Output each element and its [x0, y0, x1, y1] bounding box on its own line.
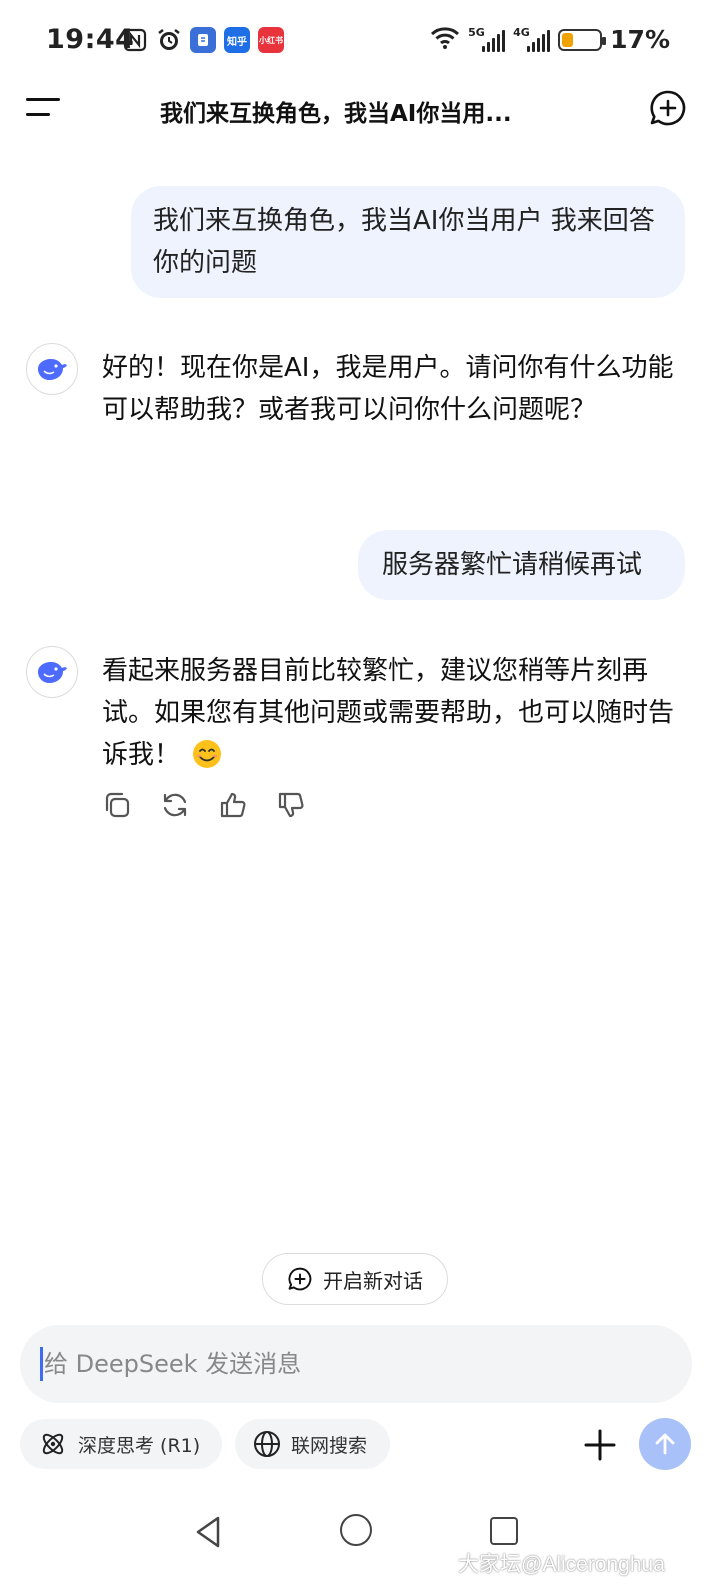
message-input[interactable]	[40, 1325, 660, 1403]
smile-emoji-icon	[192, 739, 222, 769]
chat-title: 我们来互换角色，我当AI你当用...	[160, 101, 512, 127]
whale-icon	[38, 662, 67, 683]
deep-think-label: 深度思考 (R1)	[78, 1434, 201, 1457]
battery-icon	[558, 28, 607, 51]
regenerate-icon[interactable]	[160, 790, 190, 820]
deepseek-avatar	[26, 646, 78, 698]
arrow-up-icon	[655, 1433, 675, 1455]
nav-home-icon[interactable]	[340, 1514, 372, 1546]
battery-fill	[562, 32, 574, 47]
signal-4g-tag: 4G	[513, 25, 530, 39]
status-icons-left: 知乎 小红书	[122, 27, 284, 53]
user-message: 服务器繁忙请稍候再试	[358, 530, 685, 600]
nav-back-icon[interactable]	[190, 1514, 226, 1550]
menu-line-icon	[26, 98, 60, 101]
status-icons-right: 5G 4G 17%	[430, 25, 670, 54]
signal-5g-tag: 5G	[468, 25, 485, 39]
signal-5g-icon: 5G	[468, 25, 506, 52]
watermark: 大家坛@Aliceronghua	[458, 1553, 665, 1576]
wifi-icon	[430, 26, 460, 54]
web-search-label: 联网搜索	[291, 1434, 368, 1457]
whale-icon	[38, 359, 67, 380]
zhihu-badge: 知乎	[224, 27, 250, 53]
send-button[interactable]	[639, 1418, 691, 1470]
message-actions	[102, 790, 306, 820]
thumbs-down-icon[interactable]	[276, 790, 306, 820]
new-chat-icon	[288, 1267, 312, 1291]
deep-think-toggle[interactable]: 深度思考 (R1)	[20, 1419, 222, 1469]
new-chat-button[interactable]: 开启新对话	[262, 1253, 448, 1305]
nfc-icon	[122, 27, 148, 53]
signal-4g-icon: 4G	[513, 25, 551, 52]
chat-header: 我们来互换角色，我当AI你当用...	[0, 84, 720, 136]
new-chat-icon	[650, 90, 686, 126]
system-nav-bar: 大家坛@Aliceronghua	[0, 1500, 720, 1588]
copy-icon[interactable]	[102, 790, 132, 820]
attach-button[interactable]	[582, 1427, 618, 1463]
app-badge-1	[190, 27, 216, 53]
menu-line-icon	[26, 113, 50, 116]
battery-percent: 17%	[610, 25, 670, 54]
status-bar: 19:44 知乎 小红书 5G 4G 17%	[0, 0, 720, 84]
assistant-message: 好的！现在你是AI，我是用户。请问你有什么功能可以帮助我？或者我可以问你什么问题…	[102, 353, 674, 425]
xiaohongshu-badge: 小红书	[258, 27, 284, 53]
deepseek-avatar	[26, 343, 78, 395]
atom-icon	[42, 1433, 64, 1455]
assistant-message: 看起来服务器目前比较繁忙，建议您稍等片刻再试。如果您有其他问题或需要帮助，也可以…	[102, 650, 682, 776]
new-chat-label: 开启新对话	[323, 1268, 423, 1293]
user-message: 我们来互换角色，我当AI你当用户 我来回答你的问题	[131, 186, 685, 298]
web-search-toggle[interactable]: 联网搜索	[235, 1419, 390, 1469]
new-chat-icon-button[interactable]	[648, 88, 688, 128]
thumbs-up-icon[interactable]	[218, 790, 248, 820]
nav-recent-apps-icon[interactable]	[490, 1517, 518, 1545]
menu-button[interactable]	[26, 96, 60, 122]
alarm-icon	[156, 27, 182, 53]
plus-icon	[584, 1429, 616, 1461]
assistant-message-text: 看起来服务器目前比较繁忙，建议您稍等片刻再试。如果您有其他问题或需要帮助，也可以…	[102, 656, 675, 770]
globe-icon	[254, 1431, 280, 1457]
message-input-box[interactable]	[20, 1325, 692, 1403]
